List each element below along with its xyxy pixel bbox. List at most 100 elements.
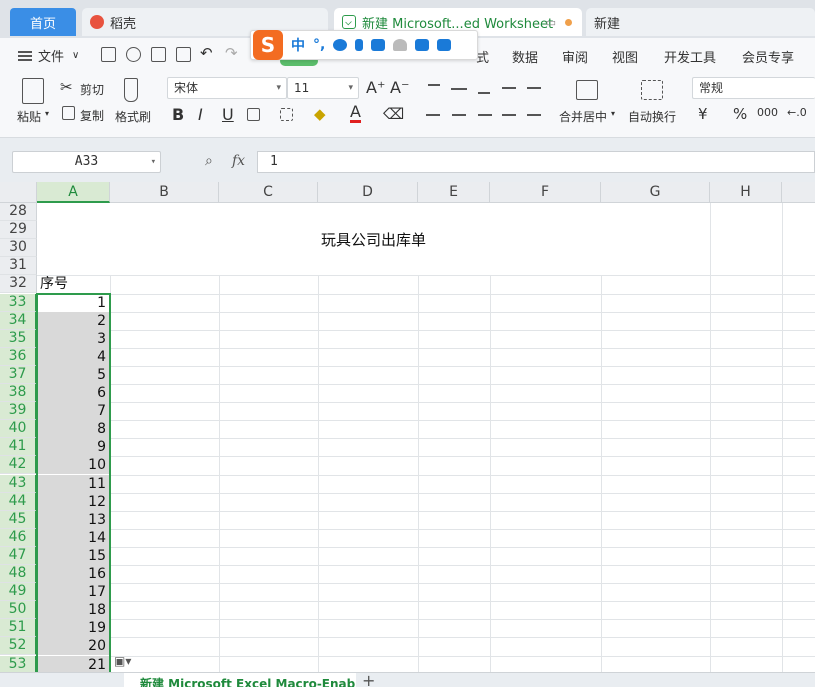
column-header-f[interactable]: F bbox=[490, 182, 601, 203]
print-preview-icon[interactable] bbox=[176, 47, 191, 62]
indent-decrease-icon[interactable] bbox=[502, 87, 516, 89]
cell-a35[interactable]: 3 bbox=[38, 329, 109, 348]
keyboard-icon[interactable] bbox=[371, 39, 386, 51]
thousands-separator-icon[interactable]: 000 bbox=[757, 106, 778, 119]
merge-dropdown-icon[interactable]: ▾ bbox=[611, 109, 615, 118]
align-center-icon[interactable] bbox=[452, 114, 466, 116]
ime-mode-toggle[interactable]: 中 bbox=[291, 35, 305, 55]
spreadsheet-grid[interactable]: A B C D E F G H 玩具公司出库单 序号 28 29 30 31 32 33 3… bbox=[0, 182, 815, 672]
clear-format-icon[interactable]: ⌫ bbox=[383, 105, 404, 123]
window-mode-icon[interactable]: ▭ bbox=[546, 16, 556, 29]
row-header-36[interactable]: 36 bbox=[0, 347, 37, 366]
tab-new[interactable]: 新建 bbox=[586, 8, 815, 36]
print-icon[interactable] bbox=[151, 47, 166, 62]
currency-icon[interactable]: ¥ bbox=[698, 105, 708, 123]
align-left-icon[interactable] bbox=[426, 114, 440, 116]
row-header-49[interactable]: 49 bbox=[0, 583, 37, 602]
merge-center-icon[interactable] bbox=[576, 80, 598, 100]
skin-icon[interactable] bbox=[415, 39, 430, 51]
cell-a38[interactable]: 6 bbox=[38, 384, 109, 402]
file-menu[interactable]: 文件 ∨ bbox=[18, 46, 79, 65]
bold-icon[interactable]: B bbox=[172, 105, 184, 124]
row-header-37[interactable]: 37 bbox=[0, 365, 37, 384]
tab-home[interactable]: 首页 bbox=[10, 8, 76, 36]
function-icon[interactable]: fx bbox=[232, 153, 245, 169]
row-header-33[interactable]: 33 bbox=[0, 293, 37, 312]
wrap-text-button[interactable]: 自动换行 bbox=[628, 108, 676, 125]
cell-a43[interactable]: 11 bbox=[38, 474, 109, 493]
merge-center-button[interactable]: 合并居中 bbox=[559, 108, 607, 125]
align-middle-icon[interactable] bbox=[451, 88, 467, 90]
row-header-38[interactable]: 38 bbox=[0, 384, 37, 402]
row-header-53[interactable]: 53 bbox=[0, 655, 37, 672]
cell-a39[interactable]: 7 bbox=[38, 402, 109, 421]
row-header-45[interactable]: 45 bbox=[0, 510, 37, 529]
row-header-42[interactable]: 42 bbox=[0, 456, 37, 475]
row-header-41[interactable]: 41 bbox=[0, 438, 37, 457]
align-top-icon[interactable] bbox=[428, 84, 440, 86]
add-sheet-icon[interactable]: + bbox=[362, 671, 375, 687]
row-header-52[interactable]: 52 bbox=[0, 637, 37, 656]
row-header-43[interactable]: 43 bbox=[0, 474, 37, 493]
cell-a51[interactable]: 19 bbox=[38, 619, 109, 638]
column-header-d[interactable]: D bbox=[318, 182, 418, 203]
cell-a49[interactable]: 17 bbox=[38, 583, 109, 602]
paste-dropdown-icon[interactable]: ▾ bbox=[45, 109, 49, 118]
cell-a34[interactable]: 2 bbox=[38, 311, 109, 330]
menu-review[interactable]: 审阅 bbox=[562, 47, 588, 66]
distributed-icon[interactable] bbox=[527, 114, 541, 116]
row-header-30[interactable]: 30 bbox=[0, 239, 37, 258]
column-header-i[interactable] bbox=[782, 182, 815, 203]
cell-a47[interactable]: 15 bbox=[38, 546, 109, 565]
decimal-increase-icon[interactable]: ←.0 bbox=[787, 106, 807, 119]
cut-button[interactable]: 剪切 bbox=[80, 81, 104, 98]
row-header-39[interactable]: 39 bbox=[0, 402, 37, 421]
row-header-48[interactable]: 48 bbox=[0, 565, 37, 583]
column-header-e[interactable]: E bbox=[418, 182, 490, 203]
name-box[interactable]: A33 ▾ bbox=[12, 151, 161, 173]
cell-a50[interactable]: 18 bbox=[38, 601, 109, 620]
font-color-icon[interactable]: A bbox=[350, 104, 361, 123]
row-header-47[interactable]: 47 bbox=[0, 546, 37, 565]
underline-icon[interactable]: U bbox=[222, 105, 234, 124]
export-icon[interactable] bbox=[126, 47, 141, 62]
row-header-31[interactable]: 31 bbox=[0, 257, 37, 276]
wrap-text-icon[interactable] bbox=[641, 80, 663, 100]
indent-increase-icon[interactable] bbox=[527, 87, 541, 89]
format-painter-button[interactable]: 格式刷 bbox=[115, 108, 151, 125]
cell-a42[interactable]: 10 bbox=[38, 456, 109, 475]
cell-a46[interactable]: 14 bbox=[38, 528, 109, 547]
paste-icon[interactable] bbox=[22, 78, 44, 104]
row-header-28[interactable]: 28 bbox=[0, 203, 37, 221]
cell-a44[interactable]: 12 bbox=[38, 492, 109, 511]
column-header-c[interactable]: C bbox=[219, 182, 318, 203]
row-header-40[interactable]: 40 bbox=[0, 420, 37, 439]
sheet-tab-active[interactable]: 新建 Microsoft Excel Macro-Enable bbox=[124, 673, 356, 687]
row-header-51[interactable]: 51 bbox=[0, 619, 37, 638]
row-header-35[interactable]: 35 bbox=[0, 329, 37, 348]
increase-font-icon[interactable]: A⁺ bbox=[366, 78, 385, 97]
row-header-32[interactable]: 32 bbox=[0, 275, 37, 294]
cell-a40[interactable]: 8 bbox=[38, 420, 109, 439]
cell-a41[interactable]: 9 bbox=[38, 438, 109, 457]
column-header-h[interactable]: H bbox=[710, 182, 782, 203]
sogou-logo-icon[interactable]: S bbox=[253, 30, 283, 60]
redo-icon[interactable]: ↷ bbox=[225, 44, 238, 62]
row-header-29[interactable]: 29 bbox=[0, 221, 37, 240]
format-painter-icon[interactable] bbox=[124, 78, 138, 102]
paste-options-icon[interactable]: ▣▾ bbox=[114, 654, 144, 672]
justify-icon[interactable] bbox=[502, 114, 516, 116]
save-icon[interactable] bbox=[101, 47, 116, 62]
menu-developer[interactable]: 开发工具 bbox=[664, 47, 716, 66]
cell-a33[interactable]: 1 bbox=[38, 293, 109, 312]
menu-member[interactable]: 会员专享 bbox=[742, 47, 794, 66]
cell-a48[interactable]: 16 bbox=[38, 565, 109, 583]
column-header-a[interactable]: A bbox=[37, 182, 110, 203]
cell-a52[interactable]: 20 bbox=[38, 637, 109, 656]
account-icon[interactable] bbox=[393, 39, 408, 51]
paste-button[interactable]: 粘贴 bbox=[17, 108, 41, 125]
cell-a37[interactable]: 5 bbox=[38, 365, 109, 384]
align-bottom-icon[interactable] bbox=[478, 92, 490, 94]
column-header-g[interactable]: G bbox=[601, 182, 710, 203]
align-right-icon[interactable] bbox=[478, 114, 492, 116]
